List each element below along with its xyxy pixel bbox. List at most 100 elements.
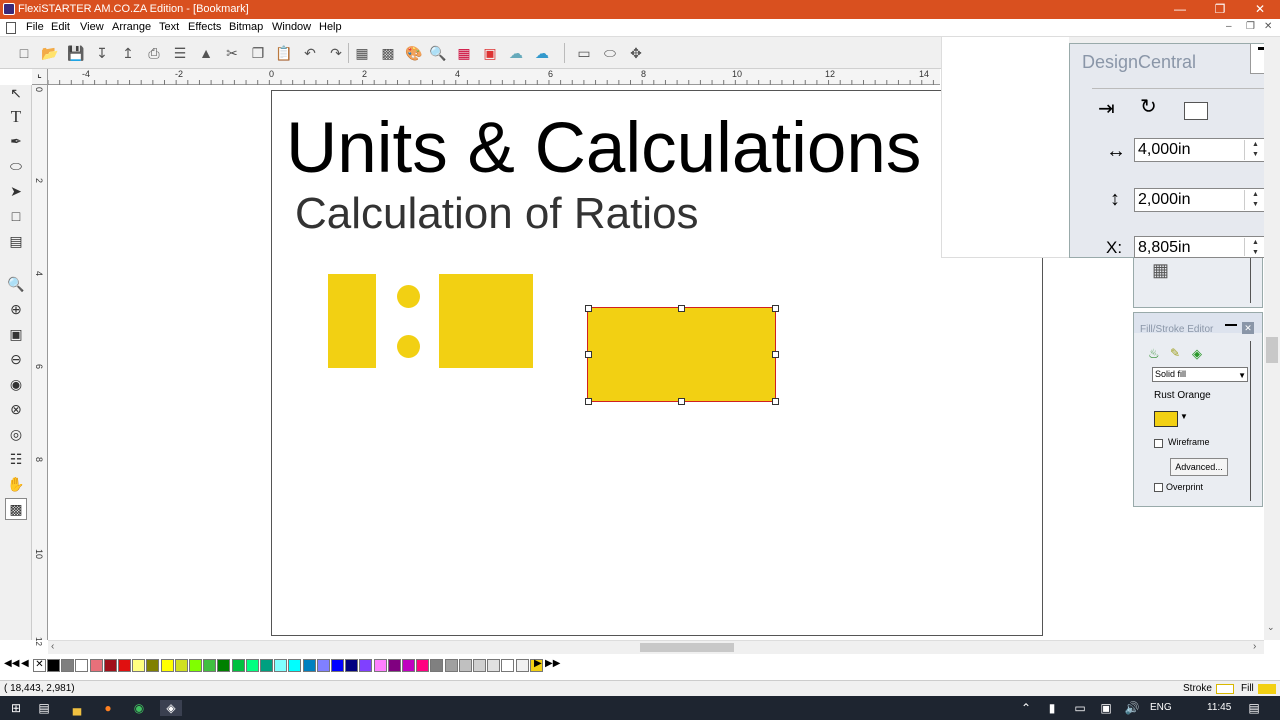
- palette-swatch[interactable]: [61, 659, 75, 672]
- maximize-button[interactable]: ❐: [1200, 0, 1240, 19]
- fill-type-select[interactable]: Solid fill ▼: [1152, 367, 1248, 382]
- zoom-in-icon[interactable]: ⊕: [5, 298, 27, 320]
- rotate-tab-icon[interactable]: ↻: [1140, 94, 1157, 119]
- selection-handle[interactable]: [772, 398, 779, 405]
- palette-swatch[interactable]: [203, 659, 217, 672]
- transform-tool-icon[interactable]: □: [5, 205, 27, 227]
- menu-file[interactable]: File: [26, 21, 44, 33]
- production-icon[interactable]: ▲: [196, 43, 216, 63]
- language-indicator[interactable]: ENG: [1150, 702, 1172, 713]
- x-position-field[interactable]: 8,805in ▲ ▼: [1134, 236, 1268, 258]
- scroll-down-icon[interactable]: ⌄: [1267, 622, 1275, 633]
- menu-help[interactable]: Help: [319, 21, 342, 33]
- import-icon[interactable]: ↧: [92, 43, 112, 63]
- palette-swatch[interactable]: [217, 659, 231, 672]
- menu-effects[interactable]: Effects: [188, 21, 221, 33]
- wireframe-checkbox[interactable]: [1154, 439, 1163, 448]
- editor-close-button[interactable]: ✕: [1242, 322, 1254, 334]
- ratio-colon-dot-top[interactable]: [397, 285, 420, 308]
- menu-edit[interactable]: Edit: [51, 21, 70, 33]
- selection-handle[interactable]: [772, 351, 779, 358]
- menu-text[interactable]: Text: [159, 21, 179, 33]
- palette-swatch[interactable]: [174, 659, 188, 672]
- design-central-icon[interactable]: ▦: [352, 43, 372, 63]
- canvas-heading[interactable]: Units & Calculations: [286, 108, 940, 190]
- size-tab-icon[interactable]: [1184, 102, 1208, 120]
- palette-swatch[interactable]: [359, 659, 373, 672]
- palette-swatch[interactable]: [515, 659, 529, 672]
- battery-icon[interactable]: ▭: [1072, 700, 1088, 716]
- open-file-icon[interactable]: 📂: [40, 43, 60, 63]
- palette-swatch[interactable]: [473, 659, 486, 672]
- chrome-icon[interactable]: ◉: [131, 700, 147, 716]
- editor-minimize-button[interactable]: [1225, 324, 1237, 326]
- palette-swatch[interactable]: [245, 659, 259, 672]
- palette-swatch[interactable]: [132, 659, 146, 672]
- palette-swatch[interactable]: [316, 659, 330, 672]
- palette-swatch[interactable]: [444, 659, 458, 672]
- palette-next-icon[interactable]: ▶: [534, 658, 542, 669]
- paste-icon[interactable]: 📋: [274, 43, 294, 63]
- palette-swatch[interactable]: [345, 659, 359, 672]
- palette-swatch[interactable]: [458, 659, 472, 672]
- color-grid-icon[interactable]: ▦: [454, 43, 474, 63]
- vertical-scroll-thumb[interactable]: [1266, 337, 1278, 363]
- cloud-icon[interactable]: ☁: [506, 43, 526, 63]
- palette-swatch[interactable]: [331, 659, 344, 672]
- palette-swatch[interactable]: [231, 659, 245, 672]
- selection-handle[interactable]: [678, 305, 685, 312]
- height-field[interactable]: 2,000in ▲ ▼: [1134, 188, 1268, 212]
- move-tab-icon[interactable]: ⇥: [1098, 96, 1115, 121]
- palette-swatch[interactable]: [402, 659, 415, 672]
- clock[interactable]: 11:45: [1207, 702, 1231, 713]
- cut-icon[interactable]: ✂: [222, 43, 242, 63]
- palette-swatch[interactable]: [373, 659, 387, 672]
- zoom-page-icon[interactable]: ◉: [5, 373, 27, 395]
- selection-handle[interactable]: [585, 305, 592, 312]
- zoom-lens-icon[interactable]: 🔍: [428, 43, 448, 63]
- palette-swatch[interactable]: [430, 659, 444, 672]
- fill-bucket-icon[interactable]: ♨: [1148, 346, 1160, 362]
- stroke-pen-icon[interactable]: ✎: [1170, 346, 1180, 360]
- selection-handle[interactable]: [585, 351, 592, 358]
- mdi-minimize-button[interactable]: –: [1226, 21, 1232, 32]
- task-view-icon[interactable]: ▤: [36, 700, 52, 716]
- mdi-close-button[interactable]: ✕: [1264, 21, 1272, 32]
- scroll-right-icon[interactable]: ›: [1253, 641, 1256, 652]
- palette-swatch[interactable]: [302, 659, 316, 672]
- menu-bitmap[interactable]: Bitmap: [229, 21, 263, 33]
- palette-last-icon[interactable]: ▶▶: [545, 658, 560, 669]
- color-swatch[interactable]: [1154, 411, 1178, 427]
- volume-icon[interactable]: 🔊: [1124, 700, 1140, 716]
- selected-rectangle[interactable]: [587, 307, 776, 402]
- advanced-button[interactable]: Advanced...: [1170, 458, 1228, 476]
- palette-swatch[interactable]: [501, 659, 515, 672]
- windows-start-icon[interactable]: ⊞: [8, 700, 24, 716]
- save-icon[interactable]: 💾: [66, 43, 86, 63]
- horizontal-scroll-thumb[interactable]: [640, 643, 734, 652]
- export-icon[interactable]: ↥: [118, 43, 138, 63]
- zoom-box-icon[interactable]: ▣: [5, 323, 27, 345]
- palette-swatch[interactable]: [260, 659, 273, 672]
- palette-swatch[interactable]: [487, 659, 501, 672]
- palette-swatch[interactable]: [274, 659, 288, 672]
- vertical-ruler[interactable]: 0 2 4 6 8 10 12: [32, 85, 48, 646]
- menu-arrange[interactable]: Arrange: [112, 21, 151, 33]
- height-spinner[interactable]: ▲ ▼: [1244, 190, 1266, 210]
- network-icon[interactable]: ▣: [1098, 700, 1114, 716]
- new-file-icon[interactable]: □: [14, 43, 34, 63]
- overprint-checkbox[interactable]: [1154, 483, 1163, 492]
- zoom-fit-icon[interactable]: ⊗: [5, 398, 27, 420]
- selection-handle[interactable]: [678, 398, 685, 405]
- tray-expand-icon[interactable]: ⌃: [1018, 700, 1034, 716]
- swatch-dropdown-icon[interactable]: ▼: [1180, 412, 1188, 421]
- palette-swatch[interactable]: [47, 659, 60, 672]
- palette-swatch[interactable]: [160, 659, 174, 672]
- palette-prev-icon[interactable]: ◀: [21, 658, 29, 669]
- pan-hand-icon[interactable]: ✋: [5, 473, 27, 495]
- zoom-all-icon[interactable]: ◎: [5, 423, 27, 445]
- width-field[interactable]: 4,000in ▲ ▼: [1134, 138, 1268, 162]
- ratio-rect-square[interactable]: [439, 274, 533, 368]
- notifications-icon[interactable]: ▤: [1246, 700, 1262, 716]
- selection-handle[interactable]: [585, 398, 592, 405]
